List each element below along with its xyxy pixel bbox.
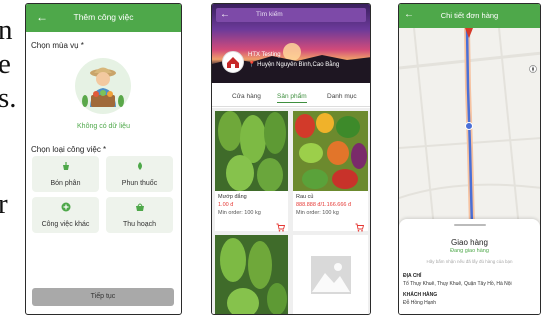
product-grid: Mướp đắng 1.00 đ Min order: 100 kg Rau c… bbox=[212, 108, 370, 314]
drag-handle[interactable] bbox=[454, 224, 486, 226]
location-pin-icon: 📍 bbox=[248, 62, 256, 68]
harvest-basket-icon bbox=[135, 202, 145, 212]
add-circle-icon bbox=[61, 202, 71, 212]
fertilizer-icon bbox=[61, 161, 71, 171]
product-name: Rau củ bbox=[296, 194, 314, 200]
task-label: Phun thuốc bbox=[121, 180, 158, 187]
task-type-label: Chọn loại công việc * bbox=[31, 145, 107, 154]
header-title: Chi tiết đơn hàng bbox=[440, 11, 499, 20]
order-detail-screen: ← Chi tiết đơn hàng Giao hàng Đang giao … bbox=[398, 3, 541, 315]
shop-logo bbox=[222, 51, 244, 73]
season-label: Chọn mùa vụ * bbox=[31, 41, 84, 50]
status-title: Giao hàng bbox=[451, 238, 488, 247]
bitter-melon-photo bbox=[215, 111, 288, 192]
task-label: Bón phân bbox=[50, 180, 81, 187]
delivery-map[interactable] bbox=[399, 28, 540, 228]
fragment-line-3: s. bbox=[0, 82, 17, 114]
product-min-order: Min order: 100 kg bbox=[296, 210, 339, 216]
status-note: Hãy bấm nhận nếu đã lấy đủ hàng của bạn bbox=[426, 259, 513, 264]
empty-farmer-illustration bbox=[74, 57, 132, 115]
tab-products[interactable]: Sản phẩm bbox=[277, 93, 307, 103]
address-value: Tổ Thụy Khuê, Thụy Khuê, Quận Tây Hồ, Hà… bbox=[403, 281, 512, 287]
header-title: Thêm công việc bbox=[73, 12, 134, 22]
tab-store[interactable]: Cửa hàng bbox=[232, 93, 261, 100]
empty-data-text: Không có dữ liệu bbox=[77, 123, 130, 130]
product-min-order: Min order: 100 kg bbox=[218, 210, 261, 216]
task-label: Công việc khác bbox=[41, 221, 90, 228]
vegetables-photo bbox=[293, 111, 368, 191]
product-card[interactable] bbox=[215, 235, 288, 314]
product-price: 1.00 đ bbox=[218, 202, 234, 208]
task-harvest-button[interactable]: Thu hoạch bbox=[106, 197, 173, 233]
task-label: Thu hoạch bbox=[122, 221, 157, 228]
task-fertilize-button[interactable]: Bón phân bbox=[32, 156, 99, 192]
shop-tabs: Cửa hàng Sản phẩm Danh mục bbox=[212, 88, 370, 107]
fragment-line-1: n bbox=[0, 14, 13, 46]
add-task-screen: ← Thêm công việc Chọn mùa vụ * Không có … bbox=[25, 3, 182, 315]
search-bar[interactable]: ← Tìm kiếm bbox=[216, 8, 366, 22]
app-header: ← Chi tiết đơn hàng bbox=[399, 4, 540, 28]
product-price: 888.888 đ/1.166.666 đ bbox=[296, 202, 352, 208]
order-status-sheet: Giao hàng Đang giao hàng Hãy bấm nhận nế… bbox=[399, 219, 540, 314]
shop-address-text: Huyện Nguyên Bình,Cao Bằng bbox=[257, 62, 340, 68]
continue-button[interactable]: Tiếp tục bbox=[32, 288, 174, 306]
compass-icon[interactable] bbox=[529, 60, 537, 73]
app-header: ← Thêm công việc bbox=[26, 4, 181, 32]
product-card[interactable] bbox=[293, 235, 368, 314]
spray-icon bbox=[135, 161, 145, 171]
task-other-button[interactable]: Công việc khác bbox=[32, 197, 99, 233]
product-card[interactable]: Rau củ 888.888 đ/1.166.666 đ Min order: … bbox=[293, 111, 368, 232]
back-arrow-icon[interactable]: ← bbox=[220, 8, 230, 22]
fragment-line-4: r bbox=[0, 188, 8, 220]
shop-products-screen: ← Tìm kiếm HTX Testing 📍 Huyện Nguyên Bì… bbox=[211, 3, 371, 315]
cart-icon[interactable] bbox=[276, 219, 286, 232]
status-subtitle: Đang giao hàng bbox=[450, 248, 489, 254]
cart-icon[interactable] bbox=[355, 219, 365, 232]
shop-name: HTX Testing bbox=[248, 52, 281, 58]
shop-address: 📍 Huyện Nguyên Bình,Cao Bằng bbox=[248, 61, 339, 68]
customer-label: KHÁCH HÀNG bbox=[403, 292, 438, 298]
customer-value: Đỗ Hồng Hạnh bbox=[403, 300, 437, 306]
cropped-text-fragment: n e s. r bbox=[0, 0, 20, 317]
bitter-melon-photo bbox=[215, 235, 288, 314]
task-spray-button[interactable]: Phun thuốc bbox=[106, 156, 173, 192]
address-label: ĐỊA CHỈ bbox=[403, 273, 422, 279]
product-name: Mướp đắng bbox=[218, 194, 247, 200]
search-placeholder: Tìm kiếm bbox=[256, 11, 283, 18]
product-card[interactable]: Mướp đắng 1.00 đ Min order: 100 kg bbox=[215, 111, 288, 232]
fragment-line-2: e bbox=[0, 48, 11, 80]
tab-categories[interactable]: Danh mục bbox=[327, 93, 357, 100]
image-placeholder-icon bbox=[310, 255, 352, 300]
